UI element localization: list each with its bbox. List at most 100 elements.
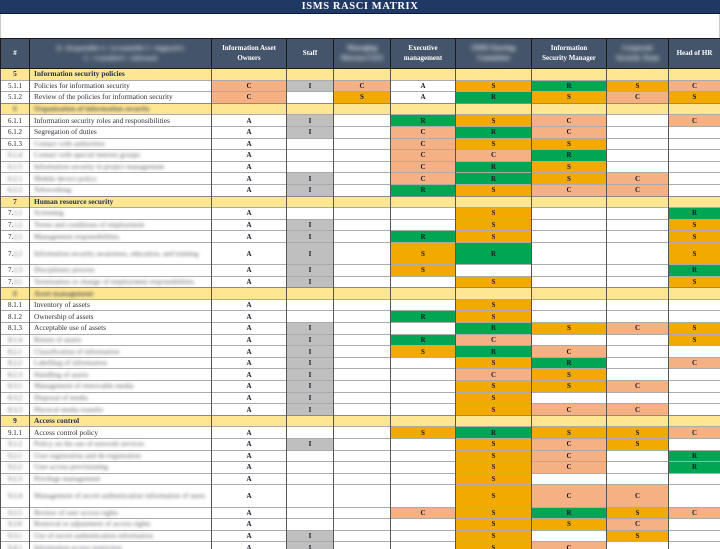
rasci-cell[interactable]: S <box>456 299 532 311</box>
rasci-cell[interactable]: C <box>391 138 456 150</box>
rasci-cell[interactable]: S <box>532 138 607 150</box>
rasci-cell[interactable]: A <box>212 439 287 451</box>
row-number-cell[interactable]: 5 <box>1 69 30 81</box>
rasci-cell[interactable]: A <box>212 369 287 381</box>
rasci-cell[interactable] <box>669 184 720 196</box>
rasci-cell[interactable]: S <box>391 242 456 264</box>
section-fill-cell[interactable] <box>287 196 334 208</box>
column-header-ism[interactable]: InformationSecurity Manager <box>532 39 607 69</box>
rasci-cell[interactable] <box>669 161 720 173</box>
rasci-cell[interactable] <box>607 311 669 323</box>
rasci-cell[interactable] <box>607 369 669 381</box>
rasci-cell[interactable] <box>607 450 669 462</box>
rasci-cell[interactable] <box>391 462 456 474</box>
rasci-cell[interactable] <box>391 392 456 404</box>
control-label-cell[interactable]: User registration and de-registration <box>30 450 212 462</box>
rasci-cell[interactable]: A <box>212 473 287 485</box>
rasci-cell[interactable]: S <box>456 184 532 196</box>
rasci-cell[interactable]: I <box>287 184 334 196</box>
rasci-cell[interactable] <box>532 231 607 243</box>
rasci-cell[interactable] <box>334 323 391 335</box>
rasci-cell[interactable] <box>669 381 720 393</box>
rasci-cell[interactable] <box>287 427 334 439</box>
rasci-cell[interactable] <box>334 311 391 323</box>
rasci-cell[interactable] <box>607 357 669 369</box>
rasci-cell[interactable]: C <box>532 450 607 462</box>
rasci-cell[interactable]: C <box>456 369 532 381</box>
rasci-cell[interactable] <box>607 208 669 220</box>
rasci-cell[interactable]: S <box>456 219 532 231</box>
rasci-cell[interactable] <box>391 369 456 381</box>
control-label-cell[interactable]: Inventory of assets <box>30 299 212 311</box>
rasci-cell[interactable] <box>287 450 334 462</box>
rasci-cell[interactable] <box>391 357 456 369</box>
rasci-cell[interactable]: I <box>287 381 334 393</box>
rasci-cell[interactable]: I <box>287 334 334 346</box>
row-number-cell[interactable]: 9.2.3 <box>1 473 30 485</box>
control-label-cell[interactable]: Disposal of media <box>30 392 212 404</box>
rasci-cell[interactable]: A <box>212 242 287 264</box>
rasci-cell[interactable]: S <box>669 92 720 104</box>
rasci-cell[interactable]: S <box>456 357 532 369</box>
row-number-cell[interactable]: 7.1.2 <box>1 219 30 231</box>
control-label-cell[interactable]: Information access restriction <box>30 542 212 549</box>
control-label-cell[interactable]: Screening <box>30 208 212 220</box>
section-fill-cell[interactable] <box>212 103 287 115</box>
control-label-cell[interactable]: Acceptable use of assets <box>30 323 212 335</box>
rasci-cell[interactable] <box>669 392 720 404</box>
row-number-cell[interactable]: 9.2.2 <box>1 462 30 474</box>
rasci-cell[interactable]: C <box>532 184 607 196</box>
rasci-cell[interactable]: A <box>212 427 287 439</box>
rasci-cell[interactable] <box>607 219 669 231</box>
rasci-cell[interactable]: S <box>456 208 532 220</box>
rasci-cell[interactable] <box>532 265 607 277</box>
rasci-cell[interactable] <box>532 334 607 346</box>
rasci-cell[interactable] <box>334 276 391 288</box>
rasci-cell[interactable] <box>334 450 391 462</box>
control-label-cell[interactable]: Asset management <box>30 288 212 300</box>
rasci-cell[interactable]: C <box>532 485 607 507</box>
rasci-cell[interactable]: S <box>456 392 532 404</box>
rasci-cell[interactable]: C <box>391 161 456 173</box>
rasci-cell[interactable] <box>334 299 391 311</box>
control-label-cell[interactable]: Access control policy <box>30 427 212 439</box>
rasci-cell[interactable]: R <box>669 265 720 277</box>
control-label-cell[interactable]: Teleworking <box>30 184 212 196</box>
section-fill-cell[interactable] <box>287 69 334 81</box>
column-header-staff[interactable]: Staff <box>287 39 334 69</box>
rasci-cell[interactable] <box>334 542 391 549</box>
rasci-cell[interactable]: C <box>607 323 669 335</box>
rasci-cell[interactable] <box>334 126 391 138</box>
rasci-cell[interactable]: A <box>212 381 287 393</box>
rasci-cell[interactable]: R <box>391 311 456 323</box>
rasci-cell[interactable]: R <box>669 208 720 220</box>
rasci-cell[interactable] <box>334 485 391 507</box>
rasci-cell[interactable] <box>532 530 607 542</box>
rasci-cell[interactable]: R <box>391 231 456 243</box>
rasci-cell[interactable] <box>669 126 720 138</box>
row-number-cell[interactable]: 5.1.2 <box>1 92 30 104</box>
rasci-cell[interactable]: C <box>532 439 607 451</box>
rasci-cell[interactable]: A <box>212 115 287 127</box>
section-fill-cell[interactable] <box>607 69 669 81</box>
rasci-cell[interactable]: S <box>456 507 532 519</box>
rasci-cell[interactable]: S <box>607 530 669 542</box>
rasci-cell[interactable] <box>607 150 669 162</box>
rasci-cell[interactable]: I <box>287 542 334 549</box>
row-number-cell[interactable]: 9.4.1 <box>1 542 30 549</box>
rasci-cell[interactable] <box>287 138 334 150</box>
rasci-cell[interactable]: S <box>532 173 607 185</box>
rasci-cell[interactable]: R <box>532 507 607 519</box>
rasci-cell[interactable] <box>334 392 391 404</box>
rasci-cell[interactable]: A <box>212 231 287 243</box>
rasci-cell[interactable] <box>334 184 391 196</box>
control-label-cell[interactable]: Termination or change of employment resp… <box>30 276 212 288</box>
column-header-iao[interactable]: Information AssetOwners <box>212 39 287 69</box>
rasci-cell[interactable] <box>669 530 720 542</box>
rasci-cell[interactable]: S <box>607 439 669 451</box>
rasci-cell[interactable]: I <box>287 173 334 185</box>
rasci-cell[interactable]: C <box>669 80 720 92</box>
rasci-cell[interactable]: C <box>669 357 720 369</box>
column-header-md[interactable]: ManagingDirector/CEO <box>334 39 391 69</box>
rasci-cell[interactable] <box>607 542 669 549</box>
